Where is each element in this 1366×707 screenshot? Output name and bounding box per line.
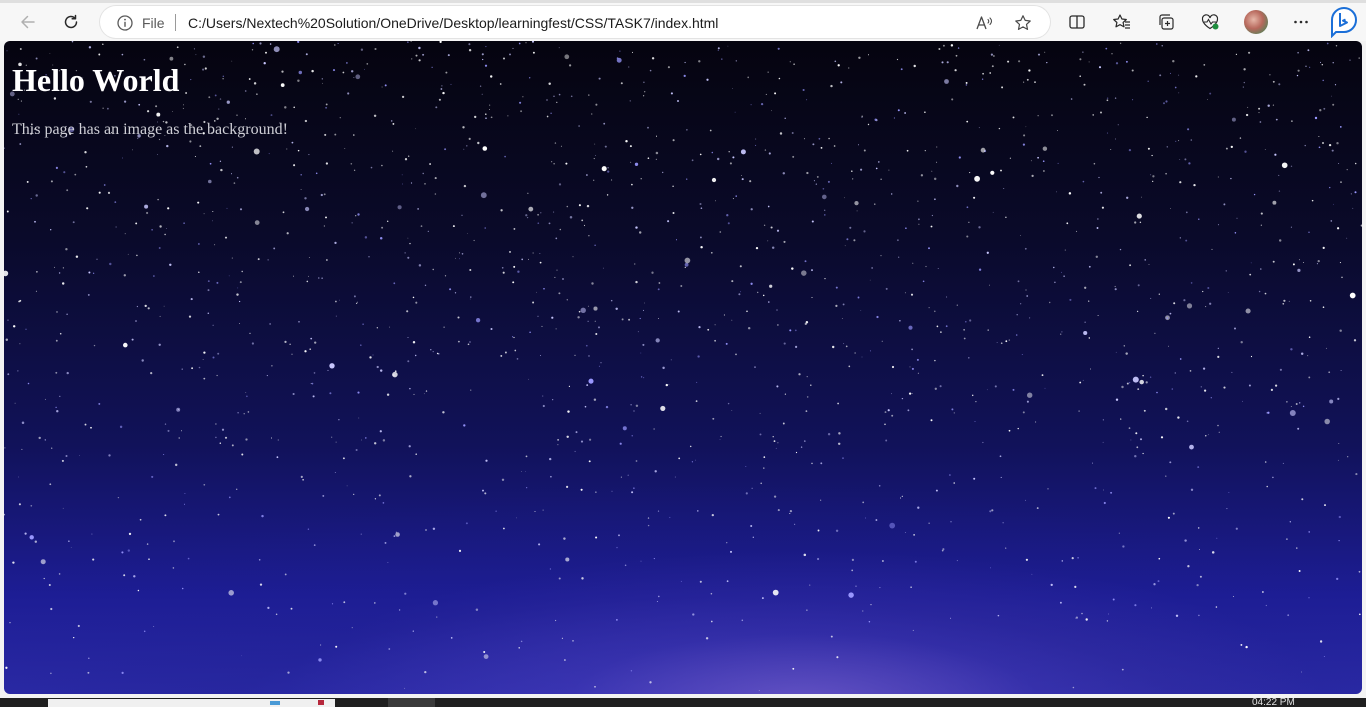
bing-copilot-icon <box>1331 6 1357 38</box>
collections-icon <box>1159 14 1174 30</box>
avatar <box>1244 10 1268 34</box>
page-heading: Hello World <box>12 62 180 98</box>
favorites-button[interactable] <box>1107 7 1137 37</box>
read-aloud-icon <box>976 16 993 30</box>
browser-essentials-button[interactable] <box>1195 7 1225 37</box>
taskbar-search[interactable] <box>48 699 335 707</box>
copilot-button[interactable] <box>1327 5 1361 39</box>
taskbar-app-icon[interactable] <box>318 700 324 705</box>
taskbar-clock: 04:22 PM <box>1252 698 1295 707</box>
back-arrow-icon <box>21 15 35 29</box>
read-aloud-button[interactable] <box>974 12 996 34</box>
collections-button[interactable] <box>1151 7 1181 37</box>
address-bar[interactable]: File C:/Users/Nextech%20Solution/OneDriv… <box>100 6 1050 38</box>
browser-toolbar: File C:/Users/Nextech%20Solution/OneDriv… <box>0 3 1366 41</box>
address-divider <box>175 14 176 31</box>
back-button[interactable] <box>13 7 43 37</box>
split-screen-icon <box>1069 15 1085 29</box>
page-viewport: Hello World This page has an image as th… <box>4 41 1362 694</box>
settings-menu-button[interactable] <box>1286 7 1316 37</box>
browser-window: File C:/Users/Nextech%20Solution/OneDriv… <box>0 0 1366 707</box>
heart-pulse-icon <box>1201 14 1219 30</box>
more-icon <box>1294 20 1308 24</box>
star-icon <box>1015 15 1031 30</box>
info-icon[interactable] <box>116 14 134 32</box>
refresh-button[interactable] <box>56 7 86 37</box>
url-text[interactable]: C:/Users/Nextech%20Solution/OneDrive/Des… <box>188 15 718 31</box>
favorites-icon <box>1113 14 1130 29</box>
split-screen-button[interactable] <box>1062 7 1092 37</box>
os-taskbar: 04:22 PM <box>0 698 1366 707</box>
url-scheme-label: File <box>142 15 165 31</box>
taskbar-app-icon[interactable] <box>270 701 280 705</box>
profile-button[interactable] <box>1241 7 1271 37</box>
taskbar-active-app[interactable] <box>388 698 435 707</box>
page-paragraph: This page has an image as the background… <box>12 121 288 138</box>
add-favorite-button[interactable] <box>1012 12 1034 34</box>
refresh-icon <box>64 14 78 29</box>
